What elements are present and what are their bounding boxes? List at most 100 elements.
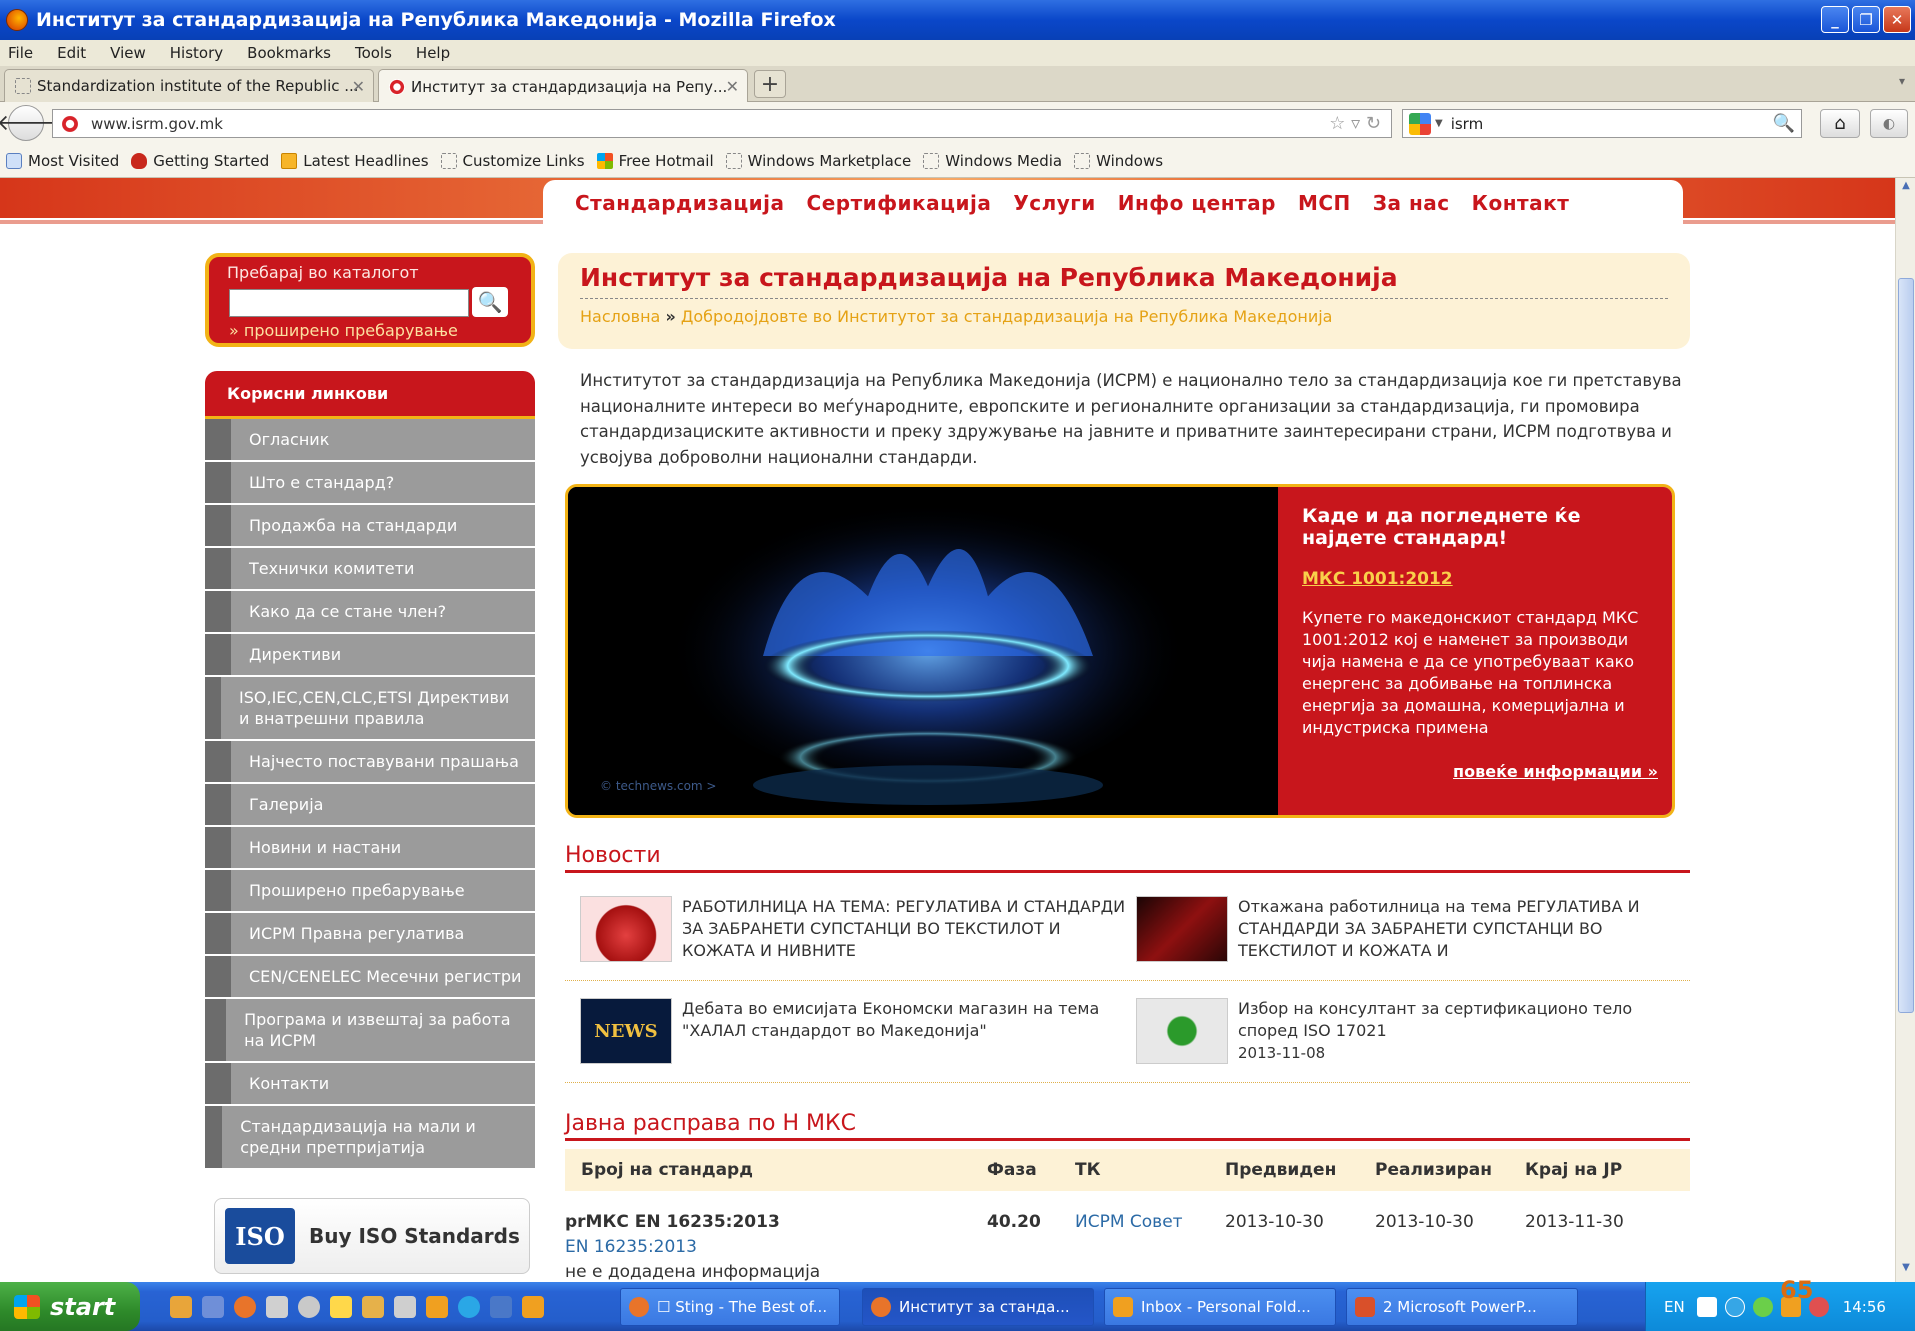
- close-tab-icon[interactable]: ✕: [726, 77, 739, 96]
- taskbar-item-inbox[interactable]: Inbox - Personal Fold...: [1104, 1288, 1336, 1326]
- useful-link-item[interactable]: Контакти: [205, 1063, 535, 1106]
- useful-link-label[interactable]: Огласник: [231, 419, 341, 460]
- nav-contact[interactable]: Контакт: [1472, 191, 1570, 215]
- magnifier-icon[interactable]: 🔍: [1773, 113, 1795, 134]
- useful-link-label[interactable]: Галерија: [231, 784, 335, 825]
- useful-link-label[interactable]: ИСРМ Правна регулатива: [231, 913, 476, 954]
- bookmark-windows-marketplace[interactable]: Windows Marketplace: [725, 152, 911, 170]
- news-thumbnail[interactable]: [1136, 998, 1228, 1064]
- more-info-link[interactable]: повеќе информации »: [1453, 762, 1658, 781]
- useful-link-label[interactable]: Како да се стане член?: [231, 591, 458, 632]
- minimize-button[interactable]: _: [1821, 6, 1849, 33]
- useful-link-item[interactable]: Како да се стане член?: [205, 591, 535, 634]
- useful-link-label[interactable]: Проширено пребарување: [231, 870, 477, 911]
- breadcrumb-home-link[interactable]: Насловна: [580, 307, 660, 326]
- en-standard-link[interactable]: EN 16235:2013: [565, 1237, 697, 1257]
- start-button[interactable]: start: [0, 1282, 140, 1331]
- quick-launch-icon[interactable]: [298, 1295, 320, 1318]
- quick-launch-icon[interactable]: [202, 1295, 224, 1318]
- useful-link-item[interactable]: Продажба на стандарди: [205, 505, 535, 548]
- security-icon[interactable]: [1752, 1296, 1773, 1317]
- standard-number[interactable]: prМКС EN 16235:2013: [565, 1212, 780, 1232]
- buy-iso-standards-banner[interactable]: ISO Buy ISO Standards: [214, 1198, 530, 1274]
- taskbar-item-isrm[interactable]: Институт за станда...: [862, 1288, 1094, 1326]
- menu-tools[interactable]: Tools: [355, 44, 392, 62]
- useful-link-item[interactable]: Проширено пребарување: [205, 870, 535, 913]
- nav-services[interactable]: Услуги: [1013, 191, 1095, 215]
- news-item[interactable]: NEWS Дебата во емисијата Економски магаз…: [580, 998, 1130, 1064]
- restore-button[interactable]: ❐: [1852, 6, 1880, 33]
- quick-launch-icon[interactable]: [394, 1295, 416, 1318]
- news-item[interactable]: РАБОТИЛНИЦА НА ТЕМА: РЕГУЛАТИВА И СТАНДА…: [580, 896, 1130, 962]
- bookmark-windows-media[interactable]: Windows Media: [923, 152, 1062, 170]
- useful-link-item[interactable]: ISO,IEC,CEN,CLC,ETSI Директиви и внатреш…: [205, 677, 535, 741]
- useful-link-item[interactable]: Што е стандард?: [205, 462, 535, 505]
- useful-link-item[interactable]: Технички комитети: [205, 548, 535, 591]
- help-icon[interactable]: [1696, 1296, 1717, 1317]
- home-button[interactable]: ⌂: [1820, 109, 1860, 138]
- bookmark-free-hotmail[interactable]: Free Hotmail: [596, 152, 714, 170]
- news-item[interactable]: Избор на консултант за сертификационо те…: [1136, 998, 1686, 1064]
- close-tab-icon[interactable]: ✕: [352, 77, 365, 96]
- outlook-icon[interactable]: [522, 1295, 544, 1318]
- advanced-search-link[interactable]: » проширено пребарување: [229, 321, 458, 340]
- taskbar-item-powerpoint[interactable]: 2 Microsoft PowerP...: [1346, 1288, 1578, 1326]
- news-item[interactable]: Откажана работилница на тема РЕГУЛАТИВА …: [1136, 896, 1686, 962]
- useful-link-item[interactable]: ИСРМ Правна регулатива: [205, 913, 535, 956]
- clock[interactable]: 14:56: [1843, 1298, 1886, 1316]
- menu-help[interactable]: Help: [416, 44, 450, 62]
- taskbar-item-sting[interactable]: ☐ Sting - The Best of...: [620, 1288, 840, 1326]
- news-title[interactable]: РАБОТИЛНИЦА НА ТЕМА: РЕГУЛАТИВА И СТАНДА…: [682, 896, 1130, 962]
- google-search-engine-icon[interactable]: [1409, 112, 1431, 135]
- close-window-button[interactable]: ✕: [1883, 6, 1911, 33]
- bookmark-latest-headlines[interactable]: Latest Headlines: [281, 152, 429, 170]
- nav-info-center[interactable]: Инфо центар: [1118, 191, 1276, 215]
- useful-link-item[interactable]: Најчесто поставувани прашања: [205, 741, 535, 784]
- useful-link-label[interactable]: CEN/CENELEC Месечни регистри: [231, 956, 533, 997]
- useful-link-label[interactable]: Продажба на стандарди: [231, 505, 469, 546]
- outlook-icon[interactable]: [426, 1295, 448, 1318]
- useful-link-item[interactable]: Стандардизација на мали и средни претпри…: [205, 1106, 535, 1170]
- scrollbar-thumb[interactable]: [1898, 278, 1914, 1013]
- useful-link-label[interactable]: Директиви: [231, 634, 353, 675]
- search-value[interactable]: isrm: [1451, 115, 1484, 133]
- bookmark-windows[interactable]: Windows: [1074, 152, 1163, 170]
- useful-link-label[interactable]: Најчесто поставувани прашања: [231, 741, 531, 782]
- site-identity-icon[interactable]: [61, 114, 79, 133]
- quick-launch-icon[interactable]: [362, 1295, 384, 1318]
- menu-bookmarks[interactable]: Bookmarks: [247, 44, 331, 62]
- standard-link[interactable]: МКС 1001:2012: [1302, 569, 1654, 589]
- nav-msp[interactable]: МСП: [1298, 191, 1351, 215]
- chevron-left-icon[interactable]: [1724, 1296, 1745, 1317]
- address-bar[interactable]: www.isrm.gov.mk ☆ ▿ ↻: [52, 109, 1392, 138]
- news-title[interactable]: Откажана работилница на тема РЕГУЛАТИВА …: [1238, 896, 1686, 962]
- menu-edit[interactable]: Edit: [57, 44, 86, 62]
- useful-link-item[interactable]: Новини и настани: [205, 827, 535, 870]
- quick-launch-icon[interactable]: [330, 1295, 352, 1318]
- useful-link-item[interactable]: Галерија: [205, 784, 535, 827]
- useful-link-label[interactable]: Стандардизација на мали и средни претпри…: [222, 1106, 535, 1168]
- nav-certification[interactable]: Сертификација: [807, 191, 992, 215]
- news-thumbnail[interactable]: NEWS: [580, 998, 672, 1064]
- firefox-icon[interactable]: [234, 1295, 256, 1318]
- search-bar[interactable]: ▼ isrm 🔍: [1402, 109, 1802, 138]
- bookmark-most-visited[interactable]: Most Visited: [6, 152, 119, 170]
- engine-dropdown-icon[interactable]: ▼: [1435, 118, 1443, 129]
- network-icon[interactable]: [490, 1295, 512, 1318]
- nav-about[interactable]: За нас: [1373, 191, 1450, 215]
- window-titlebar[interactable]: Институт за стандардизација на Република…: [0, 0, 1915, 40]
- catalog-search-button[interactable]: 🔍: [472, 287, 508, 317]
- useful-link-label[interactable]: Контакти: [231, 1063, 341, 1104]
- scroll-down-icon[interactable]: ▼: [1898, 1262, 1914, 1280]
- news-thumbnail[interactable]: [1136, 896, 1228, 962]
- catalog-search-input[interactable]: [229, 289, 469, 317]
- url-text[interactable]: www.isrm.gov.mk: [91, 115, 223, 133]
- bookmark-star-icon[interactable]: ☆ ▿ ↻: [1329, 113, 1381, 134]
- useful-link-item[interactable]: Директиви: [205, 634, 535, 677]
- quick-launch-icon[interactable]: [266, 1295, 288, 1318]
- menu-history[interactable]: History: [170, 44, 223, 62]
- useful-link-label[interactable]: Технички комитети: [231, 548, 426, 589]
- news-thumbnail[interactable]: [580, 896, 672, 962]
- tk-link[interactable]: ИСРМ Совет: [1075, 1212, 1183, 1232]
- news-title[interactable]: Избор на консултант за сертификационо те…: [1238, 998, 1686, 1042]
